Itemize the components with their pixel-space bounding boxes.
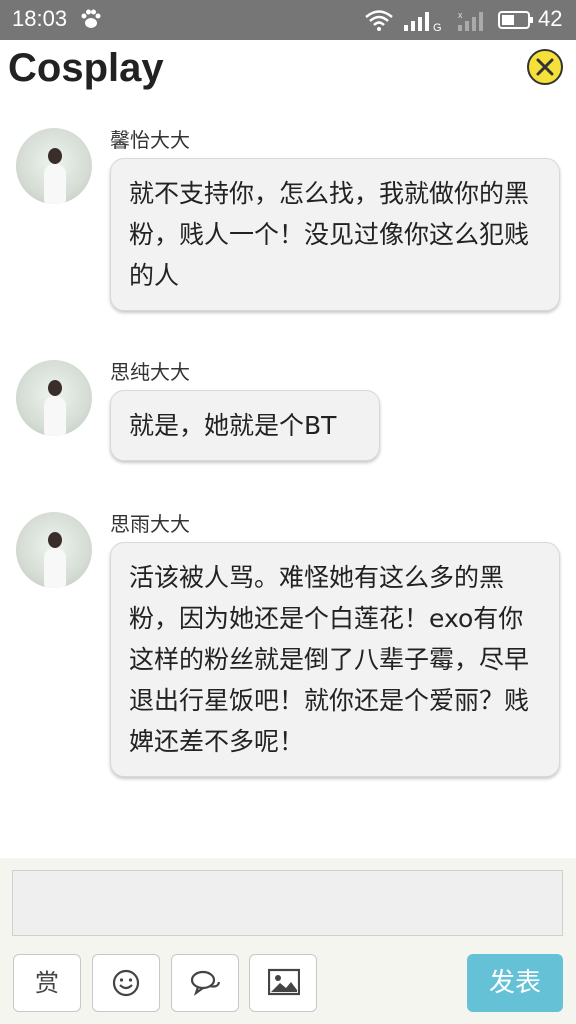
message-bubble: 活该被人骂。难怪她有这么多的黑粉，因为她还是个白莲花！exo有你这样的粉丝就是倒… [110, 542, 560, 777]
username: 思雨大大 [110, 512, 190, 536]
header: Cosplay [0, 40, 576, 104]
wifi-icon [365, 10, 393, 31]
composer-bar: 赏 发表 [0, 858, 576, 1024]
page-title: Cosplay [8, 46, 164, 90]
avatar[interactable] [16, 128, 92, 204]
reward-button[interactable]: 赏 [13, 954, 81, 1012]
status-time: 18:03 [12, 6, 68, 31]
send-button[interactable]: 发表 [467, 954, 563, 1012]
image-icon [268, 968, 300, 996]
avatar[interactable] [16, 512, 92, 588]
comment-input[interactable] [12, 870, 563, 936]
image-button[interactable] [249, 954, 317, 1012]
close-button[interactable] [527, 49, 563, 85]
chat-button[interactable] [171, 954, 239, 1012]
battery-level: 42 [538, 6, 563, 31]
close-icon [536, 58, 554, 76]
avatar[interactable] [16, 360, 92, 436]
message-bubble: 就是，她就是个BT [110, 390, 380, 461]
paw-icon [81, 9, 101, 28]
signal-icon: G [404, 12, 442, 33]
emoji-button[interactable] [92, 954, 160, 1012]
network-type-label: G [433, 22, 442, 33]
reward-label: 赏 [35, 969, 59, 997]
signal-icon: x [458, 10, 483, 31]
smiley-icon [112, 969, 140, 997]
username: 思纯大大 [110, 360, 190, 384]
battery-icon [498, 11, 533, 29]
username: 馨怡大大 [110, 128, 190, 152]
status-bar: 18:03 G x 42 [0, 0, 576, 40]
chat-bubbles-icon [190, 970, 221, 996]
svg-text:x: x [458, 10, 463, 20]
message-bubble: 就不支持你，怎么找，我就做你的黑粉，贱人一个！没见过像你这么犯贱的人 [110, 158, 560, 311]
